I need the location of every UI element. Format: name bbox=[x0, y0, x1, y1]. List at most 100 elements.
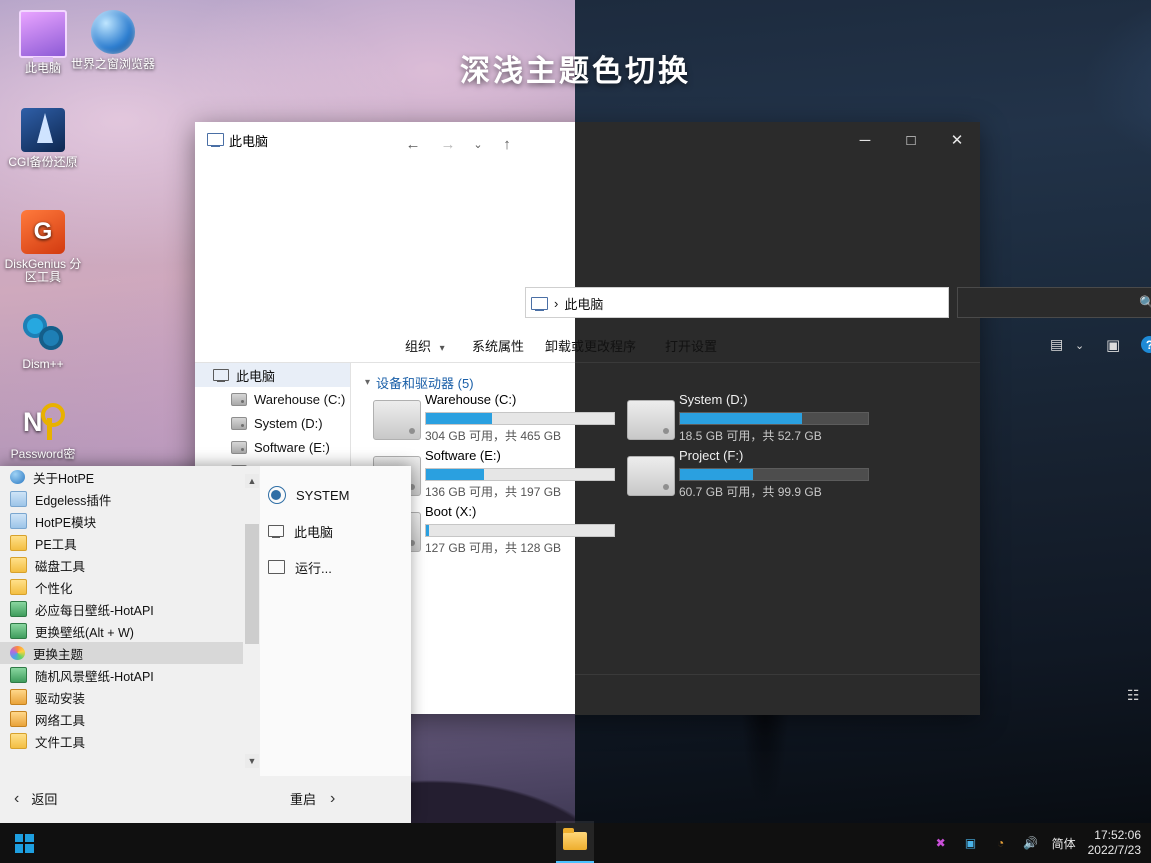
desktop-icon-browser[interactable]: 世界之窗浏览器 bbox=[70, 10, 156, 71]
hotpe-menu-scrollbar[interactable]: ▲ ▼ bbox=[245, 474, 259, 768]
clock-date: 2022/7/23 bbox=[1088, 843, 1141, 858]
menu-item-label: 更换壁纸(Alt + W) bbox=[35, 622, 134, 641]
details-view-icon[interactable]: ☷ bbox=[1127, 687, 1147, 703]
desktop-icon-label: CGI备份还原 bbox=[0, 156, 86, 169]
clock[interactable]: 17:52:06 2022/7/23 bbox=[1088, 828, 1141, 858]
start-button[interactable] bbox=[0, 823, 48, 863]
folder-icon bbox=[10, 579, 27, 595]
hotpe-menu-footer: ‹ 返回 重启 › bbox=[0, 776, 411, 823]
menu-item-change-wallpaper[interactable]: 更换壁纸(Alt + W) bbox=[0, 620, 243, 642]
forward-button[interactable]: → bbox=[438, 134, 458, 154]
desktop-icon-password[interactable]: N Password密 bbox=[0, 400, 86, 461]
desktop-icon-diskgenius[interactable]: G DiskGenius 分区工具 bbox=[0, 210, 86, 284]
command-system-properties[interactable]: 系统属性 bbox=[472, 336, 524, 355]
tree-item-system-d[interactable]: System (D:) bbox=[195, 411, 350, 435]
back-button[interactable]: ← bbox=[403, 134, 423, 154]
tree-item-warehouse-c[interactable]: Warehouse (C:) bbox=[195, 387, 350, 411]
display-icon[interactable]: ▣ bbox=[962, 834, 980, 852]
chevron-left-icon: ‹ bbox=[14, 790, 19, 808]
vpn-icon[interactable]: ✖ bbox=[932, 834, 950, 852]
menu-item-disk-tools[interactable]: 磁盘工具 bbox=[0, 554, 243, 576]
drive-name: Warehouse (C:) bbox=[425, 392, 516, 407]
menu-item-personalization[interactable]: 个性化 bbox=[0, 576, 243, 598]
scrollbar-thumb[interactable] bbox=[245, 524, 259, 644]
cgi-backup-icon bbox=[21, 108, 65, 152]
menu-item-network-tools[interactable]: 网络工具 bbox=[0, 708, 243, 730]
drive-name: Software (E:) bbox=[425, 448, 501, 463]
network-icon[interactable]: ◔ bbox=[992, 834, 1010, 852]
menu-item-bing-daily-wallpaper[interactable]: 必应每日壁纸-HotAPI bbox=[0, 598, 243, 620]
command-open-settings[interactable]: 打开设置 bbox=[665, 336, 717, 355]
menu-item-pe-tools[interactable]: PE工具 bbox=[0, 532, 243, 554]
drive-icon bbox=[231, 393, 247, 406]
diskgenius-icon: G bbox=[21, 210, 65, 254]
hotpe-menu-right-pane[interactable]: SYSTEM 此电脑 运行... bbox=[260, 466, 411, 776]
wallpaper-icon bbox=[10, 623, 27, 639]
command-uninstall-or-change-program[interactable]: 卸载或更改程序 bbox=[545, 336, 636, 355]
volume-icon[interactable]: 🔊 bbox=[1022, 834, 1040, 852]
drive-capacity-text: 18.5 GB 可用，共 52.7 GB bbox=[679, 427, 822, 444]
tree-item-label: 此电脑 bbox=[236, 366, 275, 385]
window-controls[interactable]: ─ □ ✕ bbox=[842, 122, 980, 158]
titlebar-left[interactable]: 此电脑 bbox=[195, 122, 575, 158]
folder-icon bbox=[10, 535, 27, 551]
menu-item-about-hotpe[interactable]: 关于HotPE bbox=[0, 466, 243, 488]
menu-item-change-theme[interactable]: 更换主题 bbox=[0, 642, 243, 664]
menu-item-label: PE工具 bbox=[35, 534, 77, 553]
status-bar bbox=[575, 674, 980, 715]
menu-item-file-tools[interactable]: 文件工具 bbox=[0, 730, 243, 752]
drive-tile-system-d[interactable]: System (D:) 18.5 GB 可用，共 52.7 GB bbox=[627, 392, 867, 444]
search-input[interactable] bbox=[957, 287, 1151, 318]
view-options-icon[interactable]: ▤ bbox=[1050, 336, 1063, 353]
command-organize[interactable]: 组织 ▾ bbox=[405, 336, 445, 355]
search-icon[interactable]: 🔍 bbox=[1139, 295, 1151, 311]
drive-capacity-bar bbox=[425, 412, 615, 425]
scroll-down-icon[interactable]: ▼ bbox=[245, 754, 259, 768]
menu-item-label: 文件工具 bbox=[35, 732, 85, 751]
scroll-up-icon[interactable]: ▲ bbox=[245, 474, 259, 488]
chevron-down-icon: ▾ bbox=[365, 377, 370, 388]
preview-pane-icon[interactable]: ▣ bbox=[1106, 336, 1120, 354]
drive-capacity-bar bbox=[425, 524, 615, 537]
tree-item-this-pc[interactable]: 此电脑 bbox=[195, 363, 350, 387]
view-dropdown-icon[interactable]: ⌄ bbox=[1075, 339, 1084, 352]
address-breadcrumb[interactable]: › 此电脑 bbox=[531, 294, 603, 313]
folder-icon bbox=[10, 557, 27, 573]
tree-item-software-e[interactable]: Software (E:) bbox=[195, 435, 350, 459]
maximize-button[interactable]: □ bbox=[888, 122, 934, 158]
recent-locations-button[interactable]: ⌄ bbox=[468, 134, 488, 154]
desktop-icon-dismpp[interactable]: Dism++ bbox=[0, 310, 86, 371]
hotpe-start-menu[interactable]: 关于HotPE Edgeless插件 HotPE模块 PE工具 磁盘工具 个性化… bbox=[0, 466, 411, 823]
right-item-run[interactable]: 运行... bbox=[260, 550, 411, 584]
restart-button[interactable]: 重启 › bbox=[290, 789, 335, 808]
taskbar[interactable]: ✖ ▣ ◔ 🔊 简体 17:52:06 2022/7/23 bbox=[0, 823, 1151, 863]
right-item-system-user[interactable]: SYSTEM bbox=[260, 478, 411, 512]
taskbar-item-file-explorer[interactable] bbox=[556, 821, 594, 863]
drive-tile-project-f[interactable]: Project (F:) 60.7 GB 可用，共 99.9 GB bbox=[627, 448, 867, 500]
up-button[interactable]: ↑ bbox=[497, 134, 517, 154]
hotpe-menu-list[interactable]: 关于HotPE Edgeless插件 HotPE模块 PE工具 磁盘工具 个性化… bbox=[0, 466, 243, 776]
drive-capacity-text: 304 GB 可用，共 465 GB bbox=[425, 427, 561, 444]
menu-item-edgeless-plugin[interactable]: Edgeless插件 bbox=[0, 488, 243, 510]
wallpaper-icon bbox=[10, 601, 27, 617]
menu-item-random-scenery-wallpaper[interactable]: 随机风景壁纸-HotAPI bbox=[0, 664, 243, 686]
this-pc-icon bbox=[19, 10, 67, 58]
menu-item-hotpe-module[interactable]: HotPE模块 bbox=[0, 510, 243, 532]
minimize-button[interactable]: ─ bbox=[842, 122, 888, 158]
menu-item-driver-install[interactable]: 驱动安装 bbox=[0, 686, 243, 708]
module-icon bbox=[10, 513, 27, 529]
back-button[interactable]: ‹ 返回 bbox=[14, 789, 57, 808]
user-icon bbox=[268, 486, 286, 504]
drive-tile-warehouse-c[interactable]: Warehouse (C:) 304 GB 可用，共 465 GB bbox=[373, 392, 613, 444]
desktop-icon-cgi-backup[interactable]: CGI备份还原 bbox=[0, 108, 86, 169]
window-title: 此电脑 bbox=[229, 131, 268, 150]
right-item-this-pc[interactable]: 此电脑 bbox=[260, 514, 411, 548]
drive-capacity-text: 127 GB 可用，共 128 GB bbox=[425, 539, 561, 556]
drive-icon bbox=[627, 456, 675, 496]
system-tray[interactable]: ✖ ▣ ◔ 🔊 简体 17:52:06 2022/7/23 bbox=[932, 823, 1151, 863]
help-icon[interactable]: ? bbox=[1141, 336, 1151, 353]
menu-item-label: 更换主题 bbox=[33, 644, 83, 663]
drive-icon bbox=[231, 441, 247, 454]
close-button[interactable]: ✕ bbox=[934, 122, 980, 158]
ime-indicator[interactable]: 简体 bbox=[1052, 834, 1076, 852]
